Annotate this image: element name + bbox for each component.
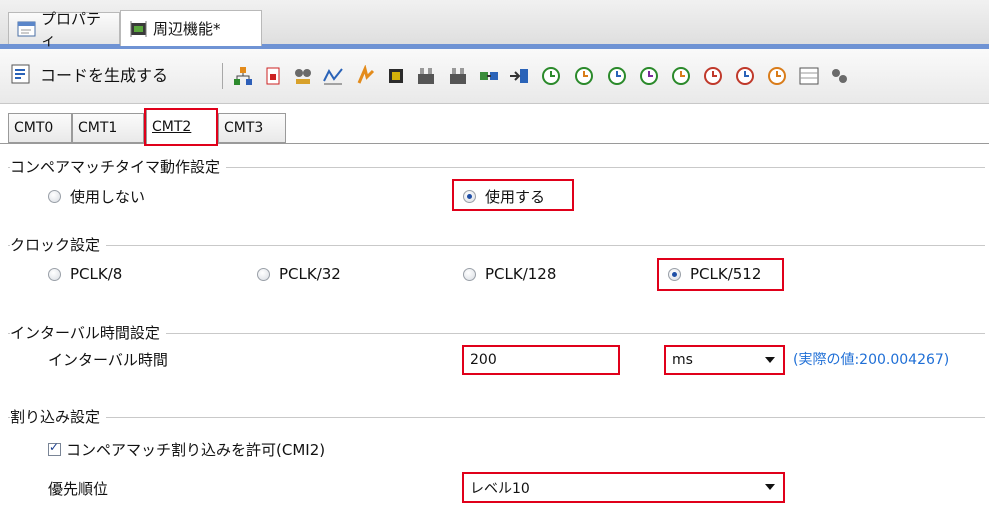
- tab-cmt0[interactable]: CMT0: [8, 113, 72, 143]
- interrupt-icon[interactable]: [355, 64, 377, 87]
- actual-value-text: (実際の値:200.004267): [793, 352, 950, 368]
- radio-not-use-label: 使用しない: [70, 188, 146, 206]
- radio-button: [463, 267, 476, 281]
- tab-properties[interactable]: プロパティ: [8, 10, 120, 49]
- checkbox-checked: [48, 440, 61, 456]
- tpu-icon[interactable]: [606, 65, 628, 87]
- table-icon[interactable]: [798, 65, 820, 87]
- priority-value: レベル10: [470, 480, 530, 497]
- clock-icon[interactable]: [262, 65, 284, 87]
- timer-a-icon[interactable]: [415, 65, 437, 87]
- tab-cmt1[interactable]: CMT1: [72, 113, 144, 143]
- group-divider: [8, 417, 985, 418]
- highlight-box: [452, 179, 574, 211]
- tab-cmt0-label: CMT0: [14, 120, 54, 136]
- alarm-icon[interactable]: [734, 65, 756, 87]
- priority-label: 優先順位: [48, 480, 109, 498]
- tmr-icon[interactable]: [638, 65, 660, 87]
- tab-peripherals[interactable]: 周辺機能*: [120, 10, 262, 46]
- radio-pclk8[interactable]: PCLK/8: [48, 265, 122, 283]
- more-icon[interactable]: [828, 65, 850, 87]
- peripheral-icon: [129, 20, 149, 38]
- tab-cmt3-label: CMT3: [224, 120, 264, 136]
- generate-code-button[interactable]: コードを生成する: [10, 62, 168, 86]
- dtc-icon[interactable]: [508, 65, 530, 87]
- tab-properties-label: プロパティ: [41, 9, 102, 49]
- interrupt-group-title: 割り込み設定: [10, 406, 107, 427]
- interval-group-title: インターバル時間設定: [10, 322, 166, 343]
- highlight-box: [657, 258, 784, 291]
- port-icon[interactable]: [292, 65, 314, 87]
- radio-pclk32-label: PCLK/32: [279, 265, 341, 283]
- interval-label: インターバル時間: [48, 351, 168, 369]
- cmt1-icon[interactable]: [573, 65, 595, 87]
- tab-peripherals-label: 周辺機能*: [153, 20, 221, 38]
- unit-dropdown[interactable]: ms: [664, 345, 785, 375]
- rtc-icon[interactable]: [702, 65, 724, 87]
- priority-dropdown[interactable]: レベル10: [462, 472, 785, 503]
- highlight-box: [144, 108, 218, 146]
- radio-not-use[interactable]: 使用しない: [48, 186, 145, 207]
- properties-icon: [17, 20, 37, 38]
- interrupt-enable-checkbox[interactable]: コンペアマッチ割り込みを許可(CMI2): [48, 439, 325, 460]
- module-icon[interactable]: [232, 65, 254, 87]
- interrupt-enable-label: コンペアマッチ割り込みを許可(CMI2): [66, 441, 326, 459]
- tab-cmt3[interactable]: CMT3: [218, 113, 286, 143]
- interval-value: 200: [470, 352, 497, 368]
- unit-value: ms: [672, 352, 693, 368]
- interval-input[interactable]: 200: [462, 345, 620, 375]
- radio-pclk128-label: PCLK/128: [485, 265, 557, 283]
- watchdog-icon[interactable]: [766, 65, 788, 87]
- clock-group-title: クロック設定: [10, 234, 107, 255]
- toolbar: コードを生成する: [0, 49, 989, 104]
- radio-button: [257, 267, 270, 281]
- dma-icon[interactable]: [478, 65, 500, 87]
- radio-button: [48, 267, 61, 281]
- cmt0-icon[interactable]: [540, 65, 562, 87]
- generate-code-icon: [11, 64, 30, 84]
- generate-code-label: コードを生成する: [40, 66, 169, 85]
- radio-button: [48, 190, 61, 203]
- radio-pclk128[interactable]: PCLK/128: [463, 265, 556, 283]
- toolbar-separator: [222, 63, 223, 89]
- group-divider: [8, 245, 985, 246]
- chevron-down-icon: [765, 357, 775, 363]
- wave-icon[interactable]: [322, 65, 344, 87]
- chevron-down-icon: [765, 484, 775, 490]
- tab-cmt1-label: CMT1: [78, 120, 118, 136]
- wdt-icon[interactable]: [670, 65, 692, 87]
- compare-match-group-title: コンペアマッチタイマ動作設定: [10, 156, 227, 177]
- radio-pclk8-label: PCLK/8: [70, 265, 123, 283]
- timer-b-icon[interactable]: [447, 65, 469, 87]
- chip-icon[interactable]: [385, 65, 407, 87]
- radio-pclk32[interactable]: PCLK/32: [257, 265, 341, 283]
